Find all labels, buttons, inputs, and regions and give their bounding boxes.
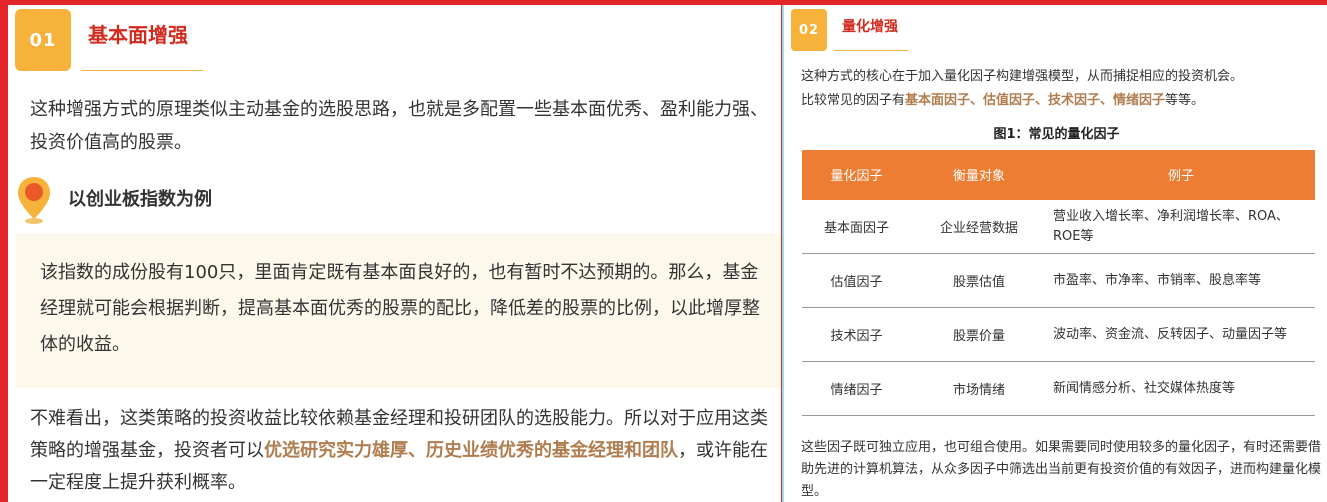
table-cell: 市场情绪 (911, 361, 1047, 416)
table-cell: 股票价量 (911, 307, 1047, 362)
outro-paragraph: 这些因子既可独立应用，也可组合使用。如果需要同时使用较多的量化因子，有时还需要借… (801, 440, 1322, 499)
intro-line-2: 比较常见的因子有基本面因子、估值因子、技术因子、情绪因子等等。 (801, 93, 1205, 108)
intro-line-1: 这种方式的核心在于加入量化因子构建增强模型，从而捕捉相应的投资机会。 (801, 69, 1244, 84)
table-row: 估值因子 股票估值 市盈率、市净率、市销率、股息率等 (802, 253, 1315, 308)
conclusion-paragraph: 不难看出，这类策略的投资收益比较依赖基金经理和投研团队的选股能力。所以对于应用这… (30, 403, 770, 499)
intro-paragraph: 这种方式的核心在于加入量化因子构建增强模型，从而捕捉相应的投资机会。 比较常见的… (801, 65, 1326, 113)
section-number-badge: 01 (15, 9, 71, 71)
table-row: 技术因子 股票价量 波动率、资金流、反转因子、动量因子等 (802, 307, 1315, 362)
example-title: 以创业板指数为例 (68, 189, 212, 210)
quant-factor-table: 量化因子 衡量对象 例子 基本面因子 企业经营数据 营业收入增长率、净利润增长率… (802, 150, 1315, 416)
location-pin-icon (18, 177, 50, 224)
table-header-cell: 量化因子 (802, 150, 911, 199)
table-cell: 技术因子 (802, 307, 911, 362)
conclusion-highlight: 优选研究实力雄厚、历史业绩优秀的基金经理和团队 (264, 440, 678, 461)
section-title: 基本面增强 (88, 23, 188, 47)
section-title-underline (834, 50, 908, 51)
table-cell: 市盈率、市净率、市销率、股息率等 (1047, 253, 1315, 308)
table-header-row: 量化因子 衡量对象 例子 (802, 150, 1315, 199)
section-number-badge: 02 (791, 9, 827, 51)
right-panel: 02 量化增强 这种方式的核心在于加入量化因子构建增强模型，从而捕捉相应的投资机… (782, 5, 1327, 502)
table-cell: 波动率、资金流、反转因子、动量因子等 (1047, 307, 1315, 362)
section-title: 量化增强 (842, 19, 898, 35)
page-frame: 01 基本面增强 这种增强方式的原理类似主动基金的选股思路，也就是多配置一些基本… (0, 0, 1327, 502)
table-cell: 估值因子 (802, 253, 911, 308)
table-header-cell: 衡量对象 (911, 150, 1047, 199)
table-row: 情绪因子 市场情绪 新闻情感分析、社交媒体热度等 (802, 361, 1315, 416)
example-box: 该指数的成份股有100只，里面肯定既有基本面良好的，也有暂时不达预期的。那么，基… (16, 233, 781, 388)
section-title-underline (81, 70, 203, 71)
table-row: 基本面因子 企业经营数据 营业收入增长率、净利润增长率、ROA、ROE等 (802, 198, 1315, 254)
intro-paragraph: 这种增强方式的原理类似主动基金的选股思路，也就是多配置一些基本面优秀、盈利能力强… (30, 99, 768, 153)
table-cell: 企业经营数据 (911, 198, 1047, 254)
table-header-cell: 例子 (1047, 150, 1315, 199)
table-cell: 新闻情感分析、社交媒体热度等 (1047, 361, 1315, 416)
table-cell: 股票估值 (911, 253, 1047, 308)
table-cell: 基本面因子 (802, 198, 911, 254)
table-cell: 情绪因子 (802, 361, 911, 416)
table-cell: 营业收入增长率、净利润增长率、ROA、ROE等 (1047, 198, 1315, 254)
example-paragraph: 该指数的成份股有100只，里面肯定既有基本面良好的，也有暂时不达预期的。那么，基… (40, 262, 760, 355)
figure-title: 图1：常见的量化因子 (993, 127, 1120, 142)
intro-highlight: 基本面因子、估值因子、技术因子、情绪因子 (905, 93, 1166, 108)
left-panel: 01 基本面增强 这种增强方式的原理类似主动基金的选股思路，也就是多配置一些基本… (8, 5, 781, 502)
